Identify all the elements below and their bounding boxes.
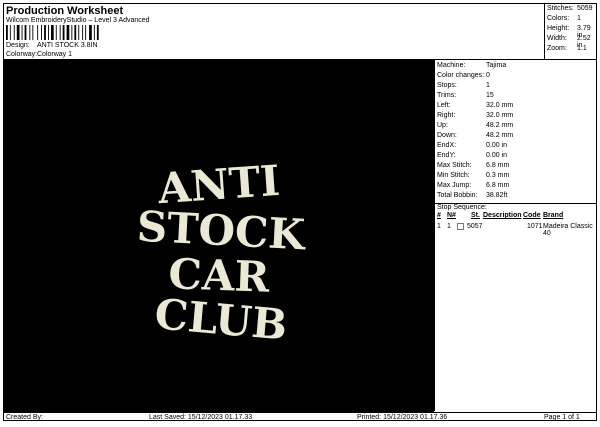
embroidery-design: ANTI STOCK CAR CLUB xyxy=(136,156,308,350)
machine-label: Max Stitch: xyxy=(437,162,472,169)
machine-label: Color changes: xyxy=(437,72,485,79)
machine-label: Trims: xyxy=(437,92,457,99)
worksheet: Production Worksheet Wilcom EmbroiderySt… xyxy=(3,3,597,421)
table-cell-num: 1 xyxy=(437,223,441,230)
machine-label: Left: xyxy=(437,102,451,109)
machine-value: 32.0 mm xyxy=(486,112,514,119)
column-header-brand: Brand xyxy=(543,212,564,219)
column-header-num: # xyxy=(437,212,441,219)
footer: Created By: Last Saved: 15/12/2023 01.17… xyxy=(4,413,598,422)
column-header-code: Code xyxy=(523,212,541,219)
colorway-label: Colorway: xyxy=(6,51,38,58)
machine-label: EndX: xyxy=(437,142,457,149)
stat-label: Stitches: xyxy=(547,5,574,12)
machine-label: Min Stitch: xyxy=(437,172,470,179)
machine-label: Machine: xyxy=(437,62,466,69)
thread-color-swatch xyxy=(457,223,464,230)
created-by: Created By: xyxy=(6,414,43,421)
canvas-divider xyxy=(434,60,435,411)
machine-value: 0.3 mm xyxy=(486,172,510,179)
machine-value: 48.2 mm xyxy=(486,122,514,129)
machine-value: 0.00 in xyxy=(486,152,508,159)
design-value: ANTI STOCK 3.8IN xyxy=(37,42,98,49)
table-cell-stitches: 5057 xyxy=(467,223,483,230)
software-name: Wilcom EmbroideryStudio – Level 3 Advanc… xyxy=(6,17,150,24)
design-line-4: CLUB xyxy=(153,289,290,349)
machine-value: 48.2 mm xyxy=(486,132,514,139)
stat-value: 1 xyxy=(577,15,581,22)
last-saved: Last Saved: 15/12/2023 01.17.33 xyxy=(149,414,253,421)
stat-label: Height: xyxy=(547,25,570,32)
machine-value: 32.0 mm xyxy=(486,102,514,109)
machine-label: Right: xyxy=(437,112,456,119)
stat-label: Width: xyxy=(547,35,567,42)
design-canvas: ANTI STOCK CAR CLUB xyxy=(4,60,434,413)
stat-value: 5059 xyxy=(577,5,593,12)
machine-value: 1 xyxy=(486,82,490,89)
stat-label: Colors: xyxy=(547,15,570,22)
design-label: Design: xyxy=(6,42,30,49)
machine-value: 6.8 mm xyxy=(486,182,510,189)
colorway-value: Colorway 1 xyxy=(37,51,73,58)
column-header-n: N# xyxy=(447,212,456,219)
column-header-stitches: St. xyxy=(471,212,480,219)
machine-label: EndY: xyxy=(437,152,456,159)
machine-value: 6.8 mm xyxy=(486,162,510,169)
machine-label: Total Bobbin: xyxy=(437,192,478,199)
stats-divider xyxy=(544,4,545,60)
column-header-description: Description xyxy=(483,212,522,219)
machine-value: 0.00 in xyxy=(486,142,508,149)
stat-label: Zoom: xyxy=(547,45,567,52)
machine-value: 38.82ft xyxy=(486,192,508,199)
machine-value: Tajima xyxy=(486,62,507,69)
table-cell-brand: Madeira Classic 40 xyxy=(543,223,593,237)
stat-value: 1:1 xyxy=(577,45,587,52)
machine-value: 15 xyxy=(486,92,494,99)
page-title: Production Worksheet xyxy=(6,5,124,17)
printed-date: Printed: 15/12/2023 01.17.36 xyxy=(357,414,448,421)
stop-sequence-title: Stop Sequence: xyxy=(437,204,487,211)
machine-label: Up: xyxy=(437,122,448,129)
table-cell-n: 1 xyxy=(447,223,451,230)
machine-label: Stops: xyxy=(437,82,457,89)
table-cell-code: 1071 xyxy=(527,223,543,230)
page-number: Page 1 of 1 xyxy=(544,414,580,421)
barcode xyxy=(6,25,99,40)
machine-label: Max Jump: xyxy=(437,182,472,189)
machine-label: Down: xyxy=(437,132,457,139)
machine-value: 0 xyxy=(486,72,490,79)
